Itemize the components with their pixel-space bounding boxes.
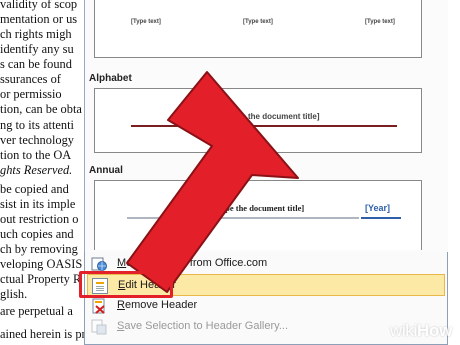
header-gallery: [Type text] [Type text] [Type text] Alph… (84, 0, 448, 252)
document-line: veloping OASIS (0, 257, 83, 271)
year-placeholder: [Year] (365, 203, 391, 213)
remove-header-menu-item[interactable]: Remove Header (87, 295, 445, 317)
document-line: ch by removing (0, 242, 78, 256)
document-line: ng to its attenti (0, 118, 74, 132)
type-text-placeholder: [Type text] (365, 19, 395, 25)
document-line: are perpetual a (0, 304, 73, 318)
year-underline (361, 217, 401, 219)
document-line: be copied and (0, 182, 69, 196)
gallery-category-alphabet: Alphabet (89, 73, 132, 84)
document-line: ghts Reserved. (0, 163, 73, 177)
document-line: ctual Property R (0, 272, 82, 286)
document-line: identify any su (0, 42, 74, 56)
header-thumbnail-annual[interactable]: [Type the document title] [Year] (94, 180, 422, 250)
document-line: ch rights migh (0, 27, 72, 41)
document-line: tion to the OA (0, 148, 72, 162)
document-line: or permissio (0, 87, 62, 101)
gallery-category-annual: Annual (89, 165, 123, 176)
document-body: validity of scop mentation or us ch righ… (0, 0, 90, 345)
type-text-placeholder: [Type text] (131, 19, 161, 25)
document-line: ssurances of (0, 72, 61, 86)
header-thumbnail-alphabet[interactable]: [Type the document title] (94, 88, 422, 153)
remove-header-icon (92, 298, 105, 314)
type-text-placeholder: [Type text] (243, 19, 273, 25)
header-thumbnail-blank-three-columns[interactable]: [Type text] [Type text] [Type text] (94, 0, 422, 58)
wikihow-watermark: wikiHow (389, 321, 452, 340)
menu-item-label: Remove Header (117, 299, 198, 311)
menu-item-label: More Headers from Office.com (117, 257, 268, 269)
document-line: s can be found (0, 57, 72, 71)
title-underline (127, 217, 359, 219)
document-line: tion, can be obta (0, 102, 82, 116)
document-title-placeholder: [Type the document title] (225, 112, 320, 121)
highlight-box (79, 271, 173, 298)
document-line: mentation or us (0, 12, 78, 26)
document-line: validity of scop (0, 0, 78, 11)
document-title-placeholder: [Type the document title] (213, 203, 305, 213)
document-line: sist in its imple (0, 197, 76, 211)
menu-item-label: Save Selection to Header Gallery... (117, 320, 289, 332)
document-line: ver technology (0, 133, 74, 147)
document-line: out restriction o (0, 212, 79, 226)
document-line: uch copies and (0, 227, 74, 241)
document-line: ained herein is provided on an "AS IS" b… (0, 327, 90, 341)
document-line: glish. (0, 287, 28, 301)
title-rule (131, 125, 397, 127)
globe-icon (91, 257, 107, 271)
save-selection-icon (91, 319, 107, 335)
